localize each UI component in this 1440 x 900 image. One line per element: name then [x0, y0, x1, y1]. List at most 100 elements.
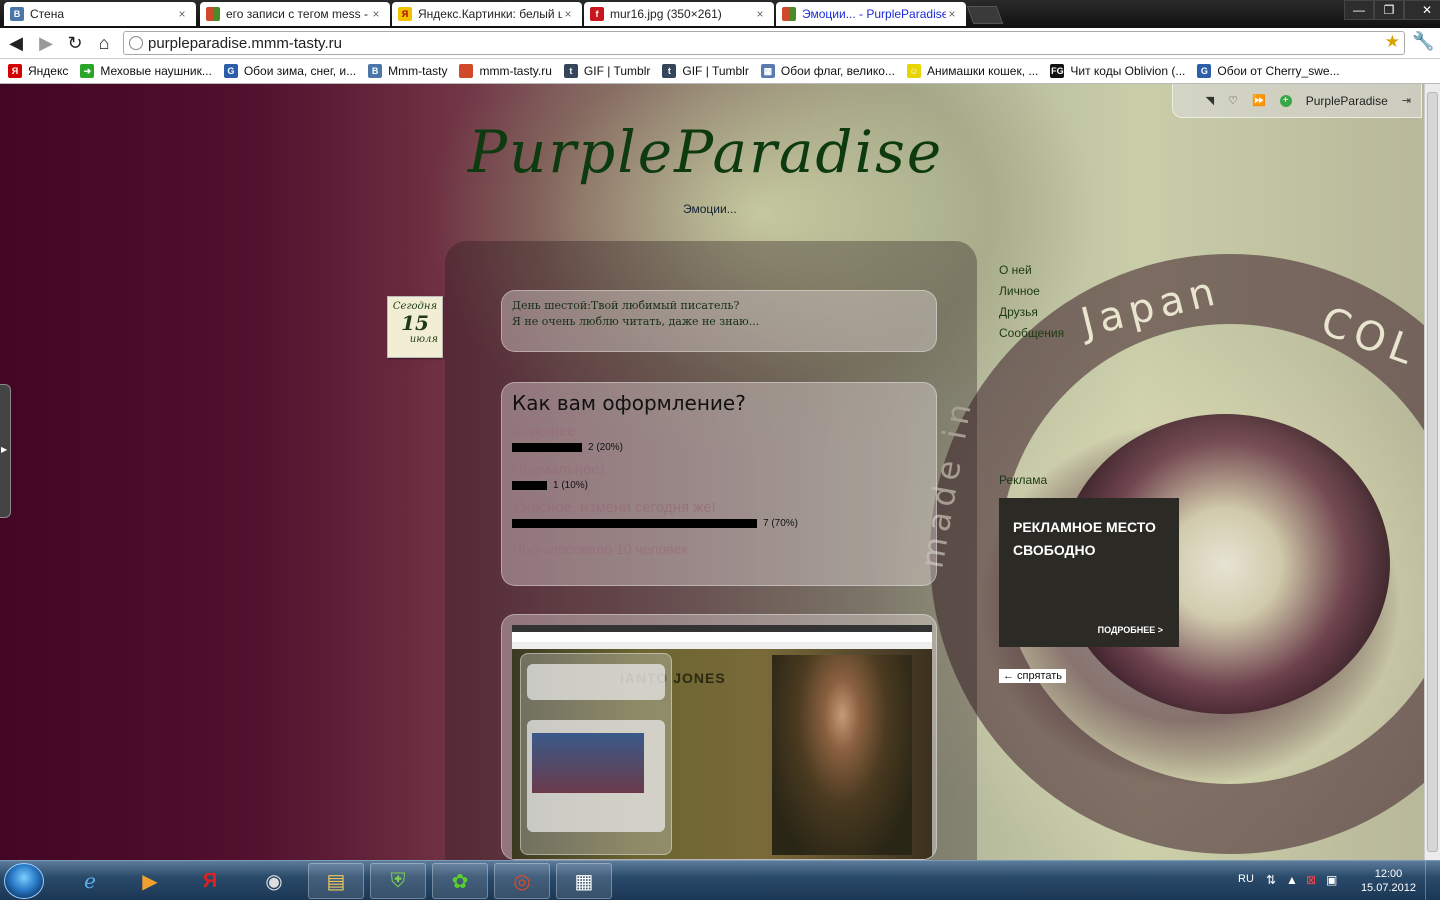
side-nav-link[interactable]: Сообщения: [999, 323, 1064, 344]
show-desktop-button[interactable]: [1425, 861, 1440, 900]
security-icon[interactable]: ⛨: [370, 863, 426, 899]
poll-option-label[interactable]: Ужасное, измени сегодня же!: [512, 499, 926, 516]
new-tab-button[interactable]: [966, 6, 1004, 24]
bookmark-label: mmm-tasty.ru: [479, 64, 552, 78]
language-indicator[interactable]: RU: [1238, 873, 1254, 885]
odf-document-icon[interactable]: ▦: [556, 863, 612, 899]
hide-button[interactable]: ← спрятать: [999, 669, 1067, 683]
tray-up-icon[interactable]: ▲: [1286, 873, 1298, 887]
date-day: 15: [401, 311, 429, 335]
bookmark-star-icon[interactable]: ★: [1385, 32, 1400, 52]
fast-forward-icon[interactable]: ⏩: [1252, 94, 1266, 107]
poll-result: 7 (70%): [763, 517, 799, 529]
tab-mur16-image[interactable]: f mur16.jpg (350×261) ×: [584, 2, 774, 26]
page-scrollbar[interactable]: [1424, 84, 1440, 860]
close-icon[interactable]: ×: [562, 7, 574, 21]
close-icon[interactable]: ×: [370, 7, 382, 21]
bookmark-label: Mmm-tasty: [388, 64, 448, 78]
logout-icon[interactable]: ⇥: [1402, 94, 1411, 107]
side-nav-link[interactable]: О ней: [999, 260, 1064, 281]
wrench-icon[interactable]: 🔧: [1412, 31, 1434, 52]
bookmark-item[interactable]: ☺ Анимашки кошек, ...: [906, 64, 1038, 78]
forward-icon[interactable]: ▶: [34, 31, 58, 55]
bookmark-item[interactable]: t GIF | Tumblr: [662, 64, 749, 78]
media-player-icon[interactable]: ▶: [122, 863, 178, 899]
site-title[interactable]: PurpleParadise: [468, 118, 943, 186]
side-nav-link[interactable]: [999, 407, 1064, 428]
bookmark-item[interactable]: Я Яндекс: [8, 64, 68, 78]
tab-purpleparadise[interactable]: Эмоции... - PurpleParadise ×: [776, 2, 966, 26]
home-icon[interactable]: ⌂: [92, 31, 116, 55]
address-bar[interactable]: purpleparadise.mmm-tasty.ru ★: [123, 31, 1405, 55]
web-page: Japan COL made in ▶ ◥ ♡ ⏩ + PurpleParadi…: [0, 84, 1424, 860]
bookmark-item[interactable]: ➜ Меховые наушник...: [80, 64, 212, 78]
poll-title: Как вам оформление?: [512, 391, 746, 415]
tab-mess-tag[interactable]: его записи с тегом mess - ×: [200, 2, 390, 26]
bookmark-label: Яндекс: [28, 64, 69, 78]
bookmark-item[interactable]: t GIF | Tumblr: [563, 64, 651, 78]
start-button[interactable]: [4, 863, 44, 899]
ad-banner[interactable]: РЕКЛАМНОЕ МЕСТО СВОБОДНО ПОДРОБНЕЕ >: [999, 498, 1179, 647]
add-plus-icon[interactable]: +: [1279, 94, 1292, 107]
close-icon[interactable]: ×: [754, 7, 766, 21]
embedded-screenshot[interactable]: IANTO JONES: [512, 625, 932, 859]
bookmark-item[interactable]: G Обои от Cherry_swe...: [1197, 64, 1340, 78]
rss-icon[interactable]: ◥: [1206, 94, 1214, 107]
tumblr-icon: t: [662, 64, 677, 78]
side-nav-link[interactable]: Реклама: [999, 470, 1064, 491]
poll-option-label[interactable]: Нормальное): [512, 461, 926, 478]
poll-bar: [512, 442, 582, 452]
post-title[interactable]: День шестой:Твой любимый писатель?: [512, 299, 926, 312]
tab-yandex-images[interactable]: Я Яндекс.Картинки: белый ц ×: [392, 2, 582, 26]
embedded-card: [527, 664, 665, 700]
side-nav-link[interactable]: [999, 344, 1064, 365]
minimize-icon[interactable]: —: [1344, 0, 1374, 20]
side-nav-link[interactable]: [999, 428, 1064, 449]
poll-options: Хорошее 2 (20%) Нормальное) 1 (10%) Ужасное,…: [512, 423, 926, 531]
reload-icon[interactable]: ↻: [63, 31, 87, 55]
ie-icon[interactable]: ℯ: [62, 863, 118, 899]
speaker-icon[interactable]: ▣: [1326, 873, 1337, 887]
clock[interactable]: 12:00 15.07.2012: [1361, 867, 1416, 895]
side-nav-link[interactable]: [999, 449, 1064, 470]
maximize-icon[interactable]: ❐: [1374, 0, 1404, 20]
address-text: purpleparadise.mmm-tasty.ru: [148, 34, 342, 52]
user-topbar: ◥ ♡ ⏩ + PurpleParadise ⇥: [1172, 84, 1422, 118]
poll-result: 2 (20%): [588, 441, 624, 453]
clock-date: 15.07.2012: [1360, 882, 1416, 894]
scrollbar-thumb[interactable]: [1427, 92, 1438, 852]
close-window-icon[interactable]: ✕: [1404, 0, 1440, 20]
tray-arrow-icon[interactable]: ⇅: [1266, 873, 1276, 887]
heart-icon[interactable]: ♡: [1228, 94, 1238, 107]
icq-icon[interactable]: ✿: [432, 863, 488, 899]
vk-icon: B: [368, 64, 383, 78]
bookmark-label: GIF | Tumblr: [583, 64, 651, 78]
side-nav-link[interactable]: Личное: [999, 281, 1064, 302]
bookmark-item[interactable]: ▦ Обои флаг, велико...: [760, 64, 895, 78]
ad-more-link[interactable]: ПОДРОБНЕЕ >: [1098, 625, 1163, 635]
bookmark-item[interactable]: FG Чит коды Oblivion (...: [1050, 64, 1185, 78]
bookmark-item[interactable]: B Mmm-tasty: [368, 64, 447, 78]
poll-option-label[interactable]: Хорошее: [512, 423, 926, 440]
date-month: июля: [409, 334, 438, 345]
calendar-icon: ▦: [760, 64, 775, 78]
topbar-username[interactable]: PurpleParadise: [1306, 94, 1388, 108]
bookmark-label: GIF | Tumblr: [682, 64, 749, 78]
clock-time: 12:00: [1374, 868, 1403, 880]
poll-bar: [512, 518, 757, 528]
bookmark-item[interactable]: G Обои зима, снег, и...: [223, 64, 356, 78]
bookmark-item[interactable]: mmm-tasty.ru: [459, 64, 552, 78]
close-icon[interactable]: ×: [176, 7, 188, 21]
close-icon[interactable]: ×: [946, 7, 958, 21]
side-nav-link[interactable]: [999, 386, 1064, 407]
back-icon[interactable]: ◀: [4, 31, 28, 55]
tab-vk-wall[interactable]: B Стена ×: [4, 2, 196, 26]
disc-icon[interactable]: ◉: [246, 863, 302, 899]
explorer-icon[interactable]: ▤: [308, 863, 364, 899]
chrome-icon[interactable]: ◎: [494, 863, 550, 899]
side-nav-link[interactable]: Друзья: [999, 302, 1064, 323]
yandex-icon[interactable]: Я: [182, 863, 238, 899]
side-nav-link[interactable]: [999, 365, 1064, 386]
side-slide-tab[interactable]: ▶: [0, 384, 11, 518]
network-error-icon[interactable]: ⊠: [1306, 873, 1316, 887]
